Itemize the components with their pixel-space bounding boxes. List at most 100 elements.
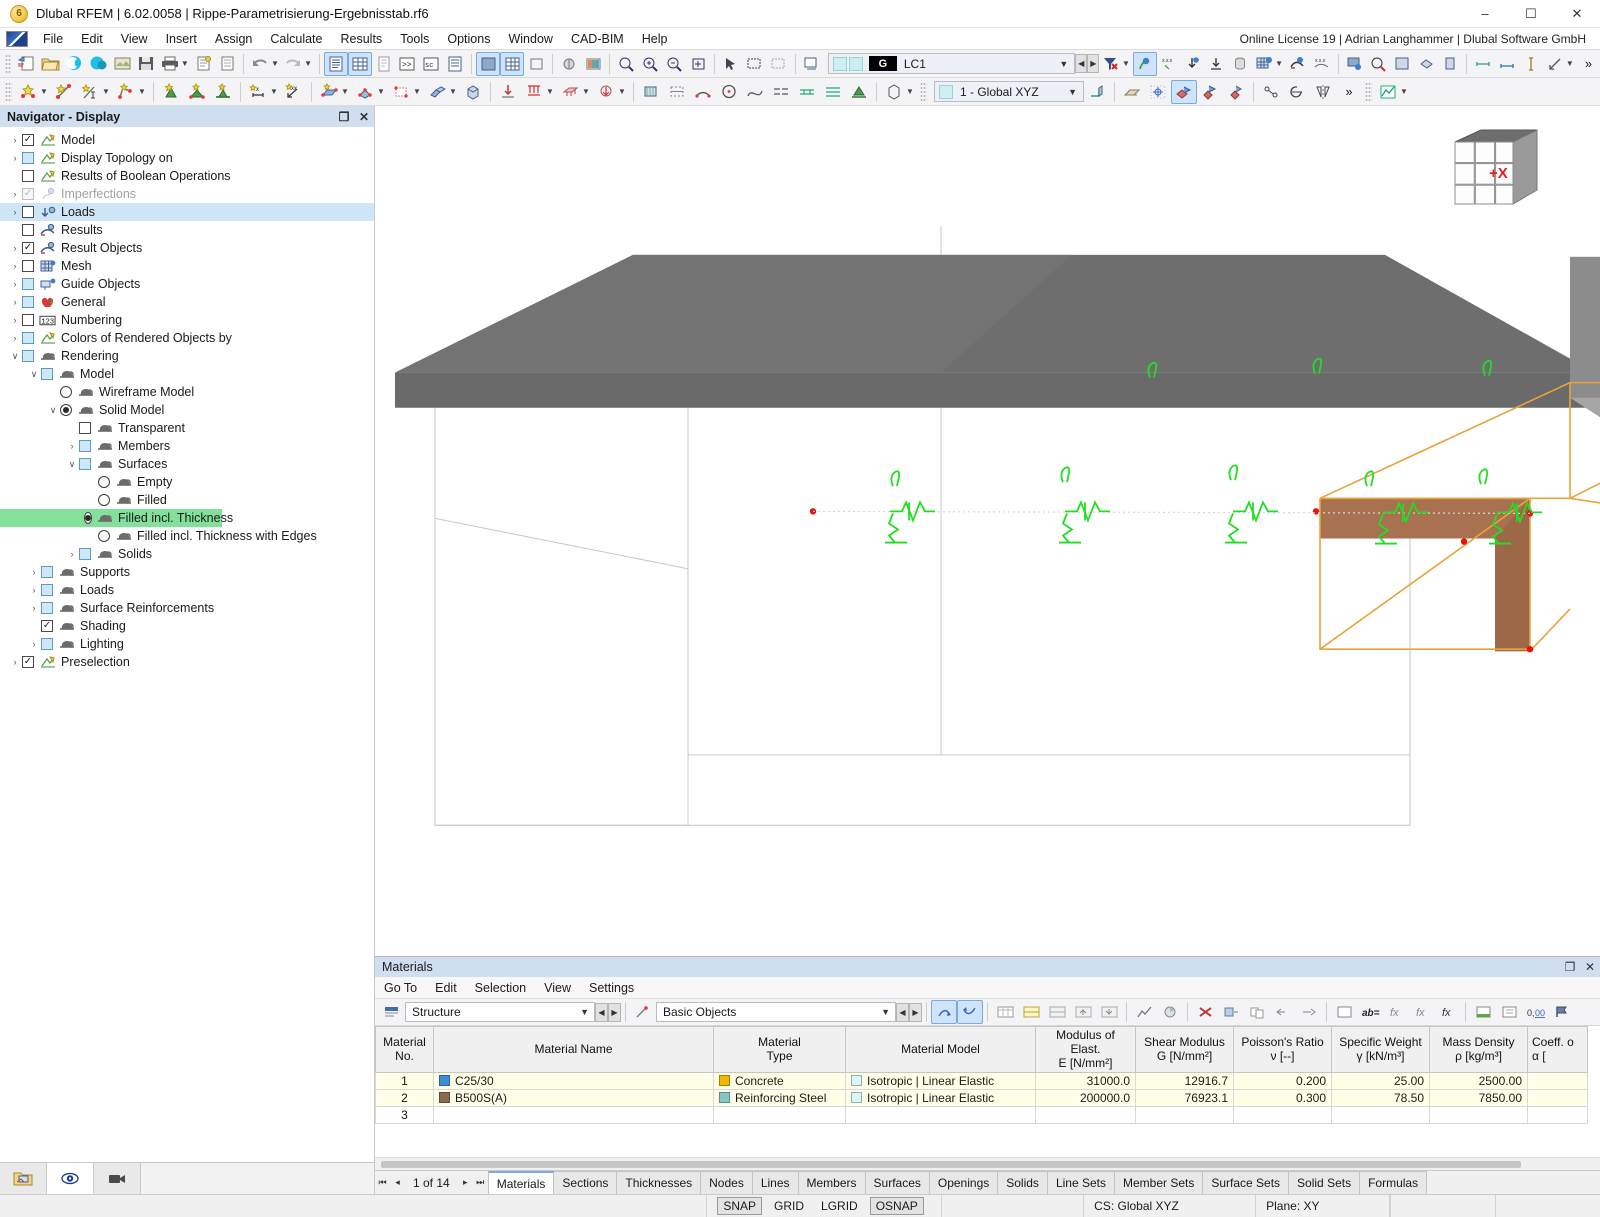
view-xyz-button[interactable] xyxy=(1171,79,1197,104)
table-decimals-button[interactable]: 0, 00 xyxy=(1522,1000,1548,1024)
dimension-dropdown-caret[interactable]: ▼ xyxy=(1565,59,1574,68)
menu-cad-bim[interactable]: CAD-BIM xyxy=(562,30,633,48)
table-copy-button[interactable] xyxy=(1244,1000,1270,1024)
toolbar-overflow-button[interactable]: » xyxy=(1576,52,1600,76)
dimension-x-button[interactable] xyxy=(1471,52,1495,76)
chevron-down-icon[interactable]: ▼ xyxy=(1059,59,1074,69)
radio-button[interactable] xyxy=(98,530,110,542)
nav-item-empty[interactable]: Empty xyxy=(0,473,374,491)
table-row[interactable]: 2 B500S(A) Reinforcing Steel Isotropic | Li… xyxy=(375,1089,1588,1108)
show-results-button[interactable] xyxy=(1286,52,1310,76)
insert-surface-set-caret[interactable]: ▼ xyxy=(448,87,458,96)
cell-mass-density[interactable]: 2500.00 xyxy=(1429,1072,1528,1091)
expander-toggle[interactable]: › xyxy=(8,333,22,343)
table-columns-button[interactable] xyxy=(992,1000,1018,1024)
show-mesh-button[interactable] xyxy=(1252,52,1276,76)
cell-modulus-elasticity[interactable] xyxy=(1035,1106,1136,1125)
tab-openings[interactable]: Openings xyxy=(929,1171,999,1194)
insert-hinge-button[interactable] xyxy=(768,80,794,104)
checkbox[interactable]: ✓ xyxy=(22,656,34,668)
col-coefficient[interactable]: Coeff. o α [ xyxy=(1527,1026,1588,1074)
load-case-selector[interactable]: G LC1 ▼ xyxy=(827,53,1076,74)
insert-reinforcement-button[interactable] xyxy=(638,80,664,104)
cell-material-no[interactable]: 2 xyxy=(375,1089,434,1108)
table-toggle-button[interactable] xyxy=(347,51,372,76)
results-diagram-caret[interactable]: ▼ xyxy=(1399,87,1409,96)
insert-nurbs-button[interactable] xyxy=(742,80,768,104)
col-material-no[interactable]: Material No. xyxy=(375,1026,434,1074)
checkbox[interactable] xyxy=(22,170,34,182)
table-indent-right-button[interactable] xyxy=(1296,1000,1322,1024)
insert-divider-button[interactable] xyxy=(820,80,846,104)
tab-solid-sets[interactable]: Solid Sets xyxy=(1289,1171,1361,1194)
col-material-type[interactable]: Material Type xyxy=(713,1026,846,1074)
radio-button[interactable] xyxy=(84,512,92,524)
menu-window[interactable]: Window xyxy=(499,30,561,48)
nav-item-model[interactable]: › ✓ Model xyxy=(0,131,374,149)
pan-button[interactable] xyxy=(686,52,710,76)
checkbox[interactable] xyxy=(41,368,53,380)
table-move-down-button[interactable] xyxy=(1096,1000,1122,1024)
materials-horizontal-scrollbar[interactable] xyxy=(375,1157,1600,1170)
checkbox[interactable]: ✓ xyxy=(22,242,34,254)
minimize-button[interactable]: – xyxy=(1462,0,1508,28)
col-mass-density[interactable]: Mass Density ρ [kg/m³] xyxy=(1429,1026,1528,1074)
rotate-button[interactable] xyxy=(1284,80,1310,104)
maximize-button[interactable]: ☐ xyxy=(1508,0,1554,28)
tab-lines[interactable]: Lines xyxy=(752,1171,799,1194)
formula-fx-button[interactable]: fx xyxy=(1383,1000,1409,1024)
col-specific-weight[interactable]: Specific Weight γ [kN/m³] xyxy=(1331,1026,1430,1074)
insert-eccentricity-button[interactable] xyxy=(794,80,820,104)
menu-edit[interactable]: Edit xyxy=(72,30,112,48)
table-clear-button[interactable] xyxy=(1192,1000,1218,1024)
zoom-all-button[interactable] xyxy=(638,52,662,76)
cell-material-name[interactable] xyxy=(433,1106,714,1125)
nav-item-surfaces[interactable]: ∨ Surfaces xyxy=(0,455,374,473)
materials-menu-selection[interactable]: Selection xyxy=(466,979,535,997)
insert-surface-load-button[interactable] xyxy=(557,80,583,104)
table-import-button[interactable] xyxy=(1496,1000,1522,1024)
pager-last-button[interactable]: ⏭ xyxy=(473,1171,488,1194)
nav-item-solid-model[interactable]: ∨ Solid Model xyxy=(0,401,374,419)
print-dropdown-caret[interactable]: ▼ xyxy=(180,59,189,68)
expander-toggle[interactable]: › xyxy=(8,657,22,667)
insert-line-button[interactable] xyxy=(51,80,77,104)
insert-solid-caret[interactable]: ▼ xyxy=(376,87,386,96)
insert-dimension-x-button[interactable]: x xyxy=(245,80,271,104)
zoom-window-button[interactable] xyxy=(614,52,638,76)
cell-coefficient[interactable] xyxy=(1527,1089,1588,1108)
find-button[interactable] xyxy=(1367,52,1391,76)
show-loads-button[interactable] xyxy=(1181,52,1205,76)
checkbox[interactable] xyxy=(41,638,53,650)
nav-item-imperfections[interactable]: › ✓ Imperfections xyxy=(0,185,374,203)
insert-polyline-button[interactable] xyxy=(113,80,139,104)
table-blank-cell-button[interactable] xyxy=(1331,1000,1357,1024)
cell-shear-modulus[interactable]: 12916.7 xyxy=(1135,1072,1234,1091)
close-button[interactable]: ✕ xyxy=(1554,0,1600,28)
pager-prev-button[interactable]: ◂ xyxy=(390,1171,405,1194)
expander-toggle[interactable]: › xyxy=(8,135,22,145)
col-material-model[interactable]: Material Model xyxy=(845,1026,1036,1074)
printout-report-button[interactable] xyxy=(191,52,215,76)
checkbox[interactable] xyxy=(79,422,91,434)
insert-arc-button[interactable] xyxy=(690,80,716,104)
cell-mass-density[interactable]: 7850.00 xyxy=(1429,1089,1528,1108)
view-side-button[interactable] xyxy=(1438,52,1462,76)
checkbox[interactable] xyxy=(22,314,34,326)
menu-assign[interactable]: Assign xyxy=(206,30,262,48)
view-perspective-caret[interactable]: ▼ xyxy=(905,87,915,96)
cell-material-model[interactable]: Isotropic | Linear Elastic xyxy=(845,1089,1036,1108)
radio-button[interactable] xyxy=(60,404,72,416)
tab-formulas[interactable]: Formulas xyxy=(1360,1171,1428,1194)
col-modulus-elasticity[interactable]: Modulus of Elast. E [N/mm²] xyxy=(1035,1026,1136,1074)
osnap-toggle[interactable]: OSNAP xyxy=(869,1196,924,1215)
insert-guide-object-button[interactable] xyxy=(664,80,690,104)
materials-table-container[interactable]: Material No. Material Name Material Type xyxy=(375,1026,1600,1157)
cell-shear-modulus[interactable] xyxy=(1135,1106,1234,1125)
cell-material-name[interactable]: C25/30 xyxy=(433,1072,714,1091)
insert-line-dim-button[interactable] xyxy=(77,80,103,104)
table-rename-button[interactable]: ab= xyxy=(1357,1000,1383,1024)
cell-coefficient[interactable] xyxy=(1527,1072,1588,1091)
materials-restore-button[interactable]: ❐ xyxy=(1560,960,1580,974)
cell-material-no[interactable]: 1 xyxy=(375,1072,434,1091)
